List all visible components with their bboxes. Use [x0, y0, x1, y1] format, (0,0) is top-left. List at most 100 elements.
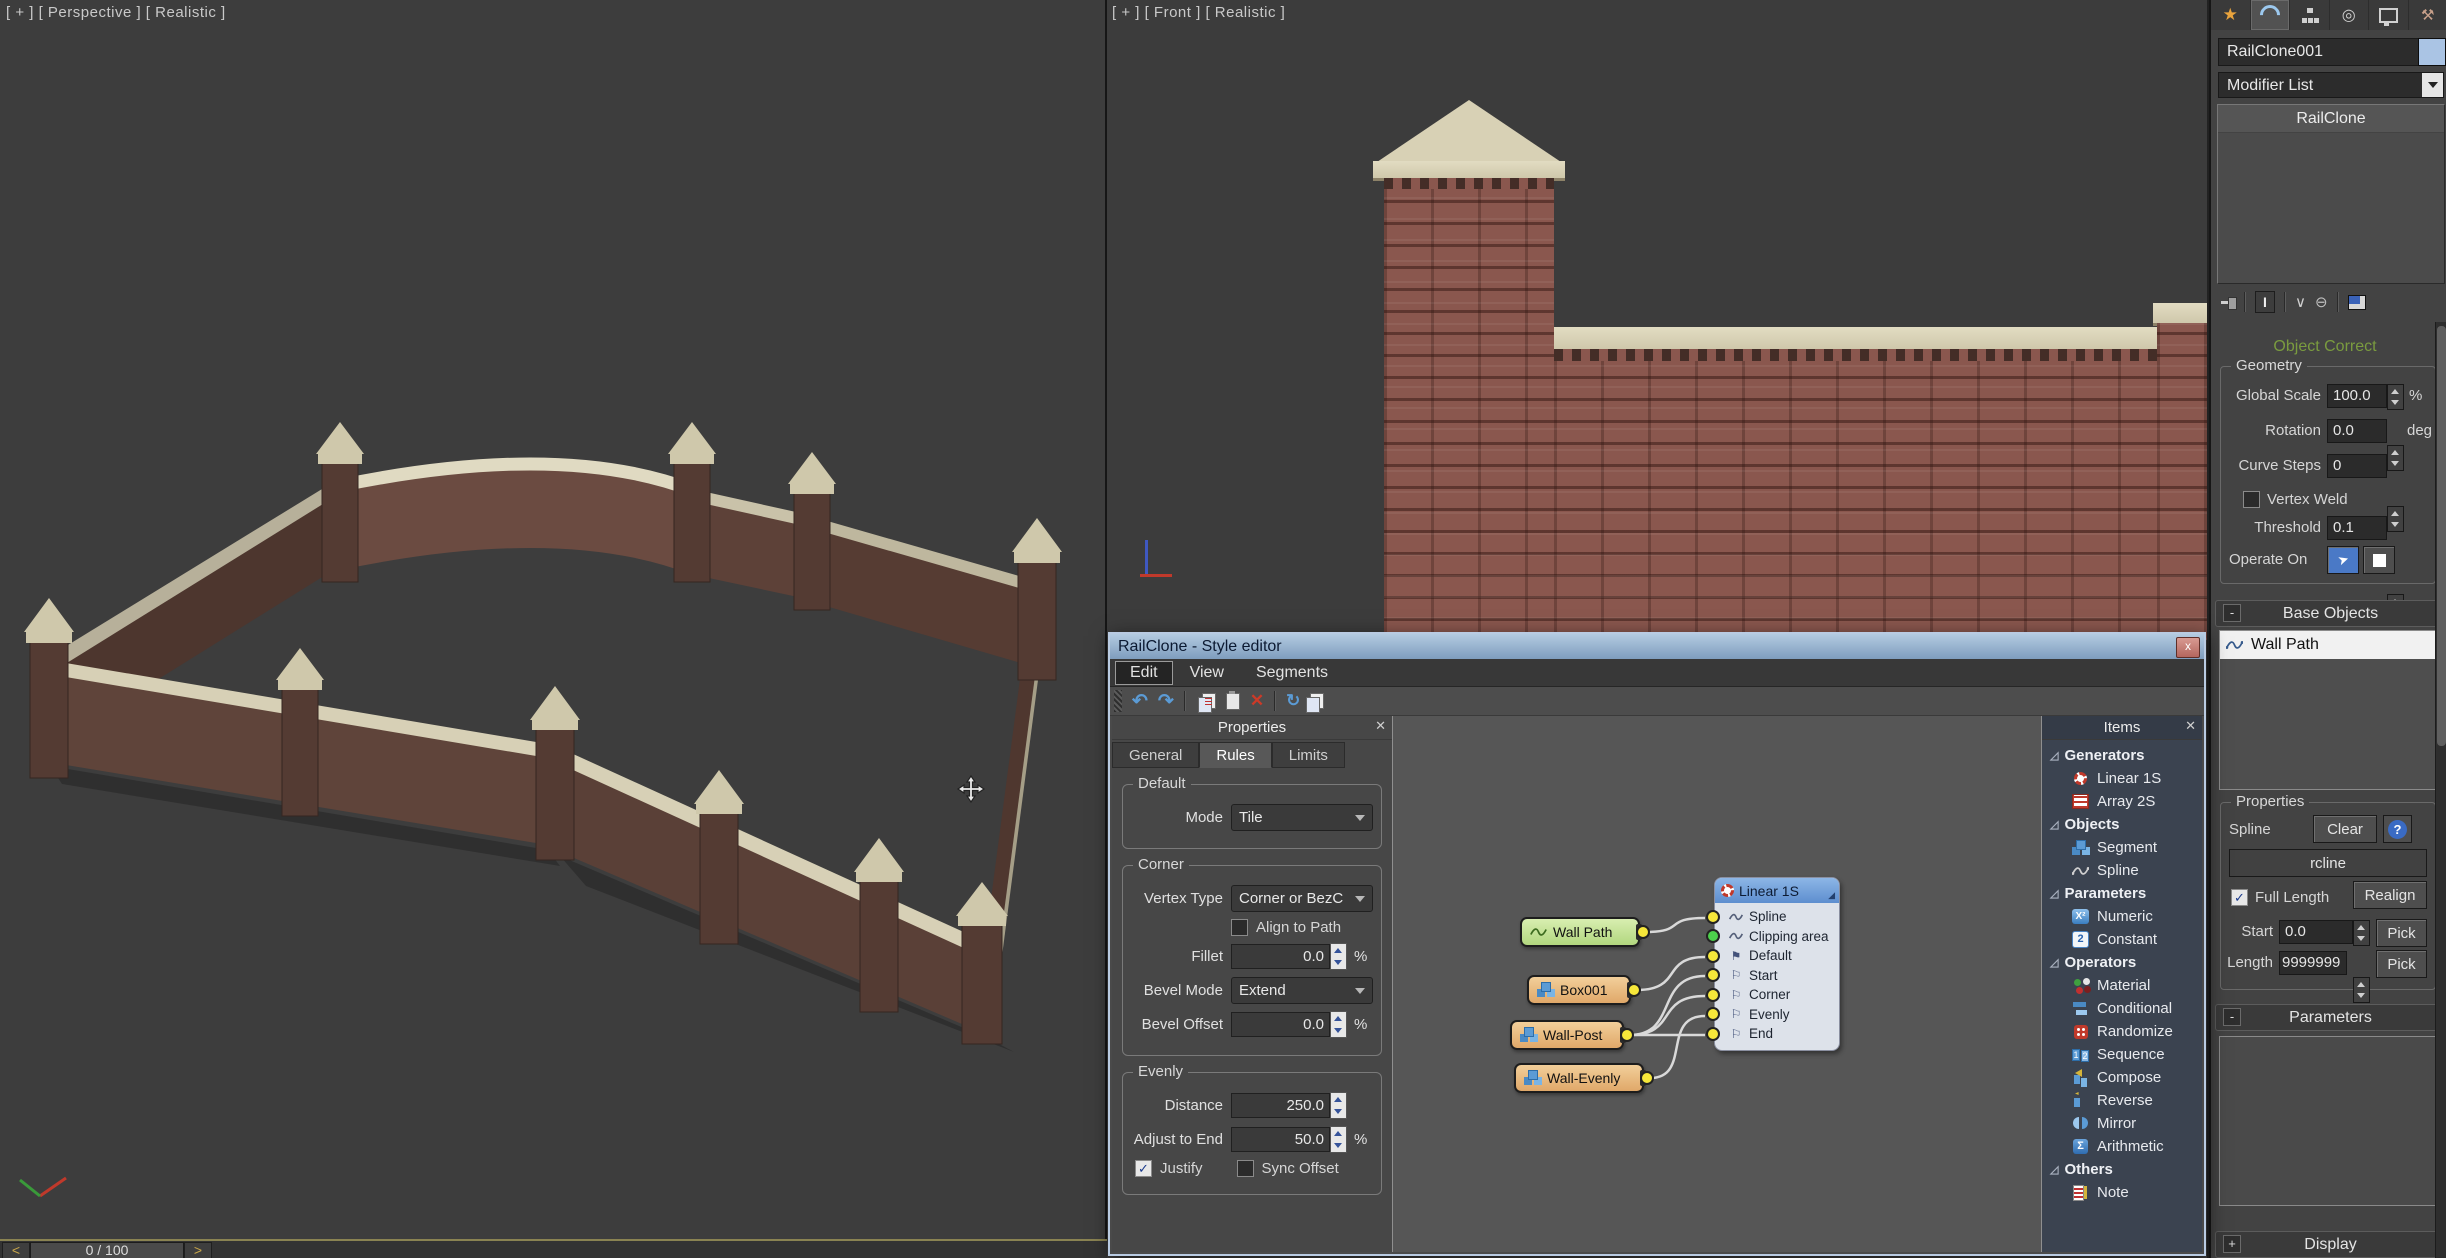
redo-icon[interactable]: ↷ — [1158, 690, 1174, 713]
align-to-path-checkbox[interactable] — [1231, 919, 1248, 936]
linear-1s-header[interactable]: Linear 1S ◢ — [1715, 878, 1839, 903]
collapse-icon[interactable]: - — [2223, 1008, 2241, 1026]
fillet-spinner[interactable] — [1330, 943, 1347, 970]
base-objects-list[interactable]: Wall Path — [2219, 630, 2441, 790]
items-panel-header[interactable]: Items ✕ — [2042, 716, 2202, 740]
start-spinner[interactable] — [2353, 920, 2370, 946]
undo-icon[interactable]: ↶ — [1132, 690, 1148, 713]
input-evenly[interactable]: ⚐Evenly — [1715, 1005, 1839, 1025]
node-wall-path[interactable]: Wall Path — [1520, 917, 1640, 947]
section-operators[interactable]: ◿Operators — [2042, 951, 2202, 974]
start-field[interactable]: 0.0 — [2279, 920, 2353, 944]
item-constant[interactable]: 2Constant — [2042, 928, 2202, 951]
rotation-field[interactable]: 0.0 — [2327, 419, 2387, 443]
viewport-perspective-label[interactable]: [ + ] [ Perspective ] [ Realistic ] — [6, 4, 226, 21]
rotation-spinner[interactable] — [2387, 445, 2404, 471]
section-others[interactable]: ◿Others — [2042, 1158, 2202, 1181]
menu-segments[interactable]: Segments — [1242, 662, 1342, 684]
section-generators[interactable]: ◿Generators — [2042, 744, 2202, 767]
input-default[interactable]: ⚑Default — [1715, 946, 1839, 966]
input-corner[interactable]: ⚐Corner — [1715, 985, 1839, 1005]
help-button[interactable]: ? — [2383, 815, 2412, 843]
tab-general[interactable]: General — [1112, 742, 1199, 768]
time-slider[interactable]: < 0 / 100 > — [0, 1239, 1107, 1258]
input-end[interactable]: ⚐End — [1715, 1024, 1839, 1044]
item-mirror[interactable]: Mirror — [2042, 1112, 2202, 1135]
length-pick-button[interactable]: Pick — [2376, 950, 2427, 978]
show-end-result-icon[interactable]: I — [2255, 291, 2275, 313]
close-icon[interactable]: ✕ — [1375, 718, 1386, 734]
display-rollout[interactable]: + Display — [2215, 1231, 2446, 1258]
input-port[interactable] — [1706, 988, 1720, 1002]
input-port[interactable] — [1706, 949, 1720, 963]
viewport-perspective[interactable]: [ + ] [ Perspective ] [ Realistic ] — [0, 0, 1107, 1239]
command-panel-scrollbar[interactable] — [2435, 322, 2446, 1258]
viewport-front-label[interactable]: [ + ] [ Front ] [ Realistic ] — [1112, 4, 1285, 21]
tab-utilities[interactable]: ⚒ — [2409, 0, 2446, 30]
item-numeric[interactable]: X²Numeric — [2042, 905, 2202, 928]
vertex-weld-checkbox[interactable] — [2243, 491, 2260, 508]
curve-steps-field[interactable]: 0 — [2327, 454, 2387, 478]
bevel-offset-spinner[interactable] — [1330, 1011, 1347, 1038]
item-arithmetic[interactable]: ΣArithmetic — [2042, 1135, 2202, 1158]
close-button[interactable]: x — [2176, 637, 2200, 658]
tab-create[interactable]: ★ — [2211, 0, 2251, 30]
global-scale-field[interactable]: 100.0 — [2327, 384, 2387, 408]
item-segment[interactable]: Segment — [2042, 836, 2202, 859]
input-port[interactable] — [1706, 1027, 1720, 1041]
realign-button[interactable]: Realign — [2353, 881, 2427, 909]
collapse-corner-icon[interactable]: ◢ — [1828, 890, 1835, 901]
item-material[interactable]: Material — [2042, 974, 2202, 997]
input-spline[interactable]: Spline — [1715, 907, 1839, 927]
output-port[interactable] — [1640, 1071, 1654, 1085]
properties-panel-header[interactable]: Properties ✕ — [1112, 716, 1392, 740]
modifier-stack-item-railclone[interactable]: RailClone — [2218, 105, 2444, 133]
close-icon[interactable]: ✕ — [2185, 718, 2196, 734]
global-scale-spinner[interactable] — [2387, 384, 2404, 410]
refresh-icon[interactable]: ↻ — [1286, 691, 1300, 711]
item-sequence[interactable]: 12Sequence — [2042, 1043, 2202, 1066]
sync-offset-checkbox[interactable] — [1237, 1160, 1254, 1177]
justify-checkbox[interactable]: ✓ — [1135, 1160, 1152, 1177]
distance-spinner[interactable] — [1330, 1092, 1347, 1119]
tab-limits[interactable]: Limits — [1272, 742, 1345, 768]
clear-button[interactable]: Clear — [2313, 815, 2377, 843]
tab-display[interactable] — [2369, 0, 2409, 30]
mode-dropdown[interactable]: Tile — [1231, 804, 1373, 831]
copy-icon[interactable] — [1202, 693, 1216, 709]
item-linear-1s[interactable]: Linear 1S — [2042, 767, 2202, 790]
tab-hierarchy[interactable] — [2290, 0, 2330, 30]
adjust-to-end-field[interactable]: 50.0 — [1231, 1127, 1330, 1152]
menu-view[interactable]: View — [1176, 662, 1238, 684]
input-start[interactable]: ⚐Start — [1715, 966, 1839, 986]
time-slider-handle[interactable]: 0 / 100 — [30, 1242, 184, 1258]
adjust-to-end-spinner[interactable] — [1330, 1126, 1347, 1153]
operate-on-surface-button[interactable] — [2363, 546, 2395, 574]
object-color-swatch[interactable] — [2418, 38, 2446, 66]
style-editor-titlebar[interactable]: RailClone - Style editor x — [1110, 634, 2204, 659]
parameters-list[interactable] — [2219, 1036, 2441, 1206]
modifier-list-dropdown[interactable]: Modifier List — [2218, 72, 2444, 98]
item-spline[interactable]: Spline — [2042, 859, 2202, 882]
full-length-checkbox[interactable]: ✓ — [2231, 889, 2248, 906]
threshold-field[interactable]: 0.1 — [2327, 516, 2387, 540]
item-compose[interactable]: Compose — [2042, 1066, 2202, 1089]
node-wall-evenly[interactable]: Wall-Evenly — [1514, 1063, 1644, 1093]
section-parameters[interactable]: ◿Parameters — [2042, 882, 2202, 905]
tab-motion[interactable]: ◎ — [2330, 0, 2370, 30]
base-object-wall-path[interactable]: Wall Path — [2220, 631, 2440, 659]
expand-icon[interactable]: + — [2223, 1235, 2241, 1253]
input-port[interactable] — [1706, 1007, 1720, 1021]
time-next-button[interactable]: > — [184, 1242, 212, 1258]
base-objects-rollout[interactable]: - Base Objects — [2215, 600, 2446, 627]
input-port[interactable] — [1706, 910, 1720, 924]
item-note[interactable]: Note — [2042, 1181, 2202, 1204]
item-array-2s[interactable]: Array 2S — [2042, 790, 2202, 813]
object-name-field[interactable]: RailClone001 — [2218, 38, 2420, 66]
length-spinner[interactable] — [2353, 977, 2370, 1003]
time-prev-button[interactable]: < — [2, 1242, 30, 1258]
bevel-offset-field[interactable]: 0.0 — [1231, 1012, 1330, 1037]
configure-modifier-sets-icon[interactable] — [2348, 295, 2366, 310]
output-port[interactable] — [1636, 925, 1650, 939]
tab-modify[interactable] — [2251, 0, 2291, 30]
